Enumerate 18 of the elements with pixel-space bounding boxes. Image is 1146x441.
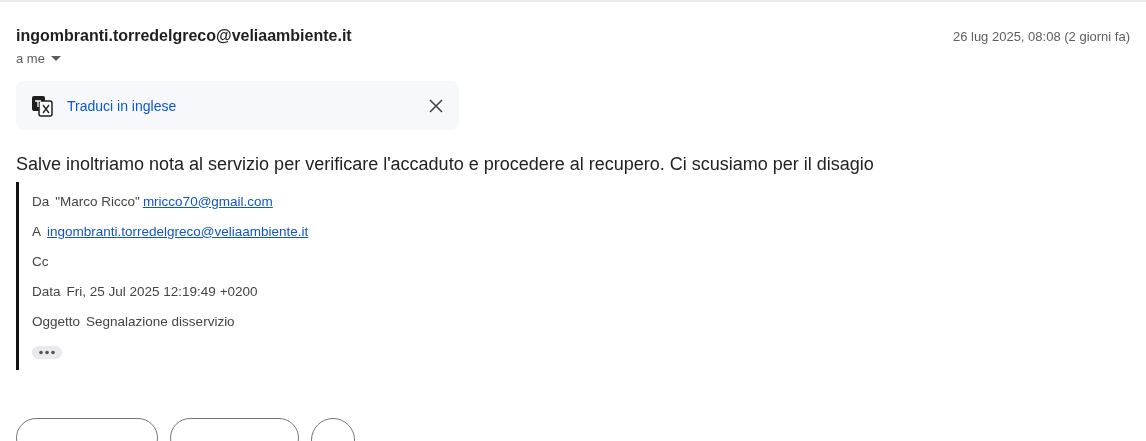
- email-link[interactable]: mricco70@gmail.com: [142, 193, 273, 209]
- field-label: A: [32, 223, 41, 239]
- field-label: Oggetto: [32, 313, 81, 329]
- field-label: Data: [32, 283, 61, 299]
- translate-link[interactable]: Traduci in inglese: [67, 97, 429, 114]
- field-value: Segnalazione disservizio: [86, 313, 235, 329]
- sender-address: ingombranti.torredelgreco@veliaambiente.it: [16, 27, 352, 45]
- field-label: Da: [32, 193, 50, 209]
- field-value: "Marco Ricco": [55, 193, 140, 209]
- recipient-label: a me: [16, 51, 45, 66]
- email-link[interactable]: ingombranti.torredelgreco@veliaambiente.it: [47, 223, 309, 239]
- message-text: Salve inoltriamo nota al servizio per verificare l'accaduto e procedere al recupero. Ci scusiamo per il disagio: [16, 154, 875, 175]
- dropdown-icon[interactable]: [50, 56, 61, 61]
- field-value: Fri, 25 Jul 2025 12:19:49 +0200: [66, 283, 258, 299]
- close-icon[interactable]: [429, 98, 443, 113]
- translate-icon: [31, 94, 53, 117]
- field-label: Cc: [32, 253, 49, 269]
- message-date: 26 lug 2025, 08:08 (2 giorni fa): [952, 29, 1130, 44]
